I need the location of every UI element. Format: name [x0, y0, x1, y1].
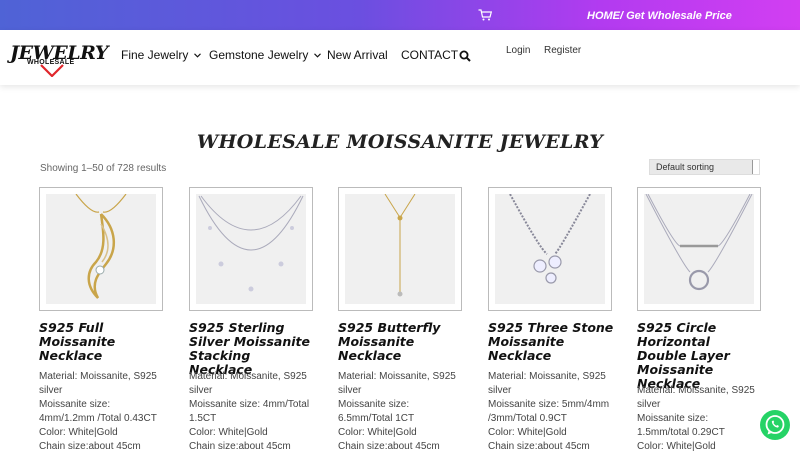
product-color: Color: White|Gold	[189, 427, 268, 438]
product-name[interactable]: S925 Butterfly Moissanite Necklace	[338, 321, 464, 363]
three-stone-necklace-image	[509, 194, 591, 284]
product-photo	[644, 194, 754, 304]
product-stone-size: Moissanite size: 4mm/1.2mm /Total 0.43CT	[39, 399, 157, 424]
site-header: JEWELRY WHOLESALE Fine Jewelry Gemstone …	[0, 30, 800, 85]
chevron-down-icon	[314, 52, 322, 58]
product-image[interactable]	[39, 187, 163, 311]
product-stone-size: Moissanite size: 6.5mm/Total 1CT	[338, 399, 415, 424]
product-image[interactable]	[338, 187, 462, 311]
product-photo	[345, 194, 455, 304]
product-material: Material: Moissanite, S925 silver	[338, 371, 456, 396]
product-stone-size: Moissanite size: 5mm/4mm /3mm/Total 0.9C…	[488, 399, 610, 424]
sort-value: Default sorting	[656, 162, 715, 172]
nav-label: CONTACT	[401, 48, 459, 62]
product-card: S925 Three Stone Moissanite Necklace Mat…	[488, 187, 614, 452]
product-name[interactable]: S925 Circle Horizontal Double Layer Mois…	[637, 321, 763, 391]
product-photo	[196, 194, 306, 304]
product-card: S925 Circle Horizontal Double Layer Mois…	[637, 187, 763, 452]
nav-new-arrival[interactable]: New Arrival	[327, 48, 388, 62]
product-chain-size: Chain size:about 45cm	[488, 441, 590, 452]
login-link[interactable]: Login	[506, 45, 530, 56]
whatsapp-icon[interactable]	[759, 409, 791, 441]
product-name[interactable]: S925 Full Moissanite Necklace	[39, 321, 165, 363]
product-material: Material: Moissanite, S925 silver	[39, 371, 157, 396]
site-logo[interactable]: JEWELRY WHOLESALE	[10, 42, 108, 78]
cart-icon[interactable]	[478, 9, 492, 21]
nav-label: Fine Jewelry	[121, 48, 189, 62]
product-name[interactable]: S925 Three Stone Moissanite Necklace	[488, 321, 614, 363]
stacking-necklace-image	[198, 195, 304, 292]
top-bar: HOME/ Get Wholesale Price	[0, 0, 800, 30]
nav-fine-jewelry[interactable]: Fine Jewelry	[121, 48, 202, 62]
product-color: Color: White|Gold	[637, 441, 716, 452]
product-material: Material: Moissanite, S925 silver	[189, 371, 307, 396]
product-photo	[495, 194, 605, 304]
circle-bar-necklace-image	[645, 194, 753, 291]
nav-label: New Arrival	[327, 48, 388, 62]
product-card: S925 Sterling Silver Moissanite Stacking…	[189, 187, 315, 452]
product-chain-size: Chain size:about 45cm	[189, 441, 291, 452]
product-stone-size: Moissanite size: 4mm/Total 1.5CT	[189, 399, 310, 424]
product-name[interactable]: S925 Sterling Silver Moissanite Stacking…	[189, 321, 315, 377]
butterfly-necklace-image	[384, 194, 416, 297]
results-count: Showing 1–50 of 728 results	[40, 163, 167, 174]
product-color: Color: White|Gold	[488, 427, 567, 438]
nav-gemstone-jewelry[interactable]: Gemstone Jewelry	[209, 48, 322, 62]
dropdown-caret-icon	[752, 160, 759, 174]
product-card: S925 Butterfly Moissanite Necklace Mater…	[338, 187, 464, 452]
product-material: Material: Moissanite, S925 silver	[488, 371, 606, 396]
product-chain-size: Chain size:about 45cm	[39, 441, 141, 452]
necklace-pendant-image	[75, 194, 127, 299]
product-material: Material: Moissanite, S925 silver	[637, 385, 755, 410]
chevron-down-icon	[194, 52, 202, 58]
sort-select[interactable]: Default sorting	[649, 159, 760, 175]
product-color: Color: White|Gold	[39, 427, 118, 438]
nav-contact[interactable]: CONTACT	[401, 48, 458, 62]
page-title: WHOLESALE MOISSANITE JEWELRY	[196, 131, 604, 153]
register-link[interactable]: Register	[544, 45, 581, 56]
product-photo	[46, 194, 156, 304]
product-color: Color: White|Gold	[338, 427, 417, 438]
product-image[interactable]	[189, 187, 313, 311]
product-card: S925 Full Moissanite Necklace Material: …	[39, 187, 165, 452]
product-stone-size: Moissanite size: 1.5mm/total 0.29CT	[637, 413, 725, 438]
product-chain-size: Chain size:about 45cm	[338, 441, 440, 452]
product-image[interactable]	[488, 187, 612, 311]
logo-arrow-icon	[40, 64, 64, 77]
product-image[interactable]	[637, 187, 761, 311]
search-icon[interactable]	[459, 50, 471, 62]
nav-label: Gemstone Jewelry	[209, 48, 309, 62]
get-wholesale-price-link[interactable]: HOME/ Get Wholesale Price	[587, 10, 732, 22]
